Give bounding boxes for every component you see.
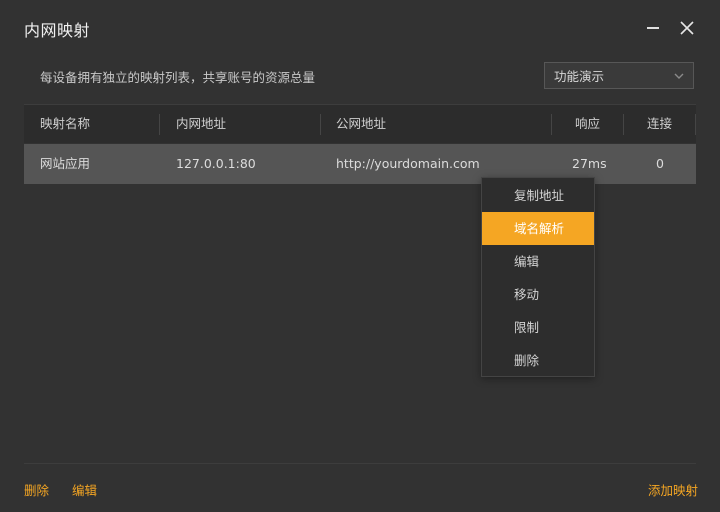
cell-name: 网站应用 — [40, 156, 91, 171]
mapping-window: 内网映射 每设备拥有独立的映射列表，共享账号的资源总量 功能演示 映射名称 内网… — [0, 0, 720, 512]
cell-public-address: http://yourdomain.com — [336, 156, 480, 171]
menu-item-copy-address[interactable]: 复制地址 — [482, 179, 594, 212]
description-text: 每设备拥有独立的映射列表，共享账号的资源总量 — [40, 70, 316, 85]
column-header-latency[interactable]: 响应 — [575, 105, 600, 143]
device-select[interactable]: 功能演示 — [544, 62, 694, 89]
table-row[interactable]: 网站应用 127.0.0.1:80 http://yourdomain.com … — [24, 144, 696, 184]
minimize-icon — [647, 27, 659, 29]
column-divider — [623, 114, 624, 135]
column-divider — [320, 114, 321, 135]
column-divider — [551, 114, 552, 135]
column-header-connections[interactable]: 连接 — [647, 105, 672, 143]
edit-link[interactable]: 编辑 — [72, 480, 97, 499]
menu-item-domain-resolution[interactable]: 域名解析 — [482, 212, 594, 245]
close-icon — [680, 21, 694, 35]
footer-divider — [24, 463, 696, 464]
menu-item-edit[interactable]: 编辑 — [482, 245, 594, 278]
delete-link[interactable]: 删除 — [24, 480, 49, 499]
window-title: 内网映射 — [24, 21, 91, 40]
table-header: 映射名称 内网地址 公网地址 响应 连接 — [24, 105, 696, 143]
close-button[interactable] — [673, 14, 701, 42]
cell-connections: 0 — [656, 156, 664, 171]
column-divider — [159, 114, 160, 135]
menu-item-limit[interactable]: 限制 — [482, 311, 594, 344]
chevron-down-icon — [674, 73, 684, 79]
column-divider — [695, 114, 696, 135]
cell-internal-address: 127.0.0.1:80 — [176, 156, 256, 171]
minimize-button[interactable] — [639, 14, 667, 42]
column-header-internal[interactable]: 内网地址 — [176, 105, 226, 143]
column-header-name[interactable]: 映射名称 — [40, 105, 90, 143]
device-select-value: 功能演示 — [554, 69, 605, 84]
menu-item-delete[interactable]: 删除 — [482, 344, 594, 377]
menu-item-move[interactable]: 移动 — [482, 278, 594, 311]
context-menu: 复制地址 域名解析 编辑 移动 限制 删除 — [481, 177, 595, 377]
add-mapping-link[interactable]: 添加映射 — [648, 480, 698, 499]
column-header-public[interactable]: 公网地址 — [336, 105, 386, 143]
